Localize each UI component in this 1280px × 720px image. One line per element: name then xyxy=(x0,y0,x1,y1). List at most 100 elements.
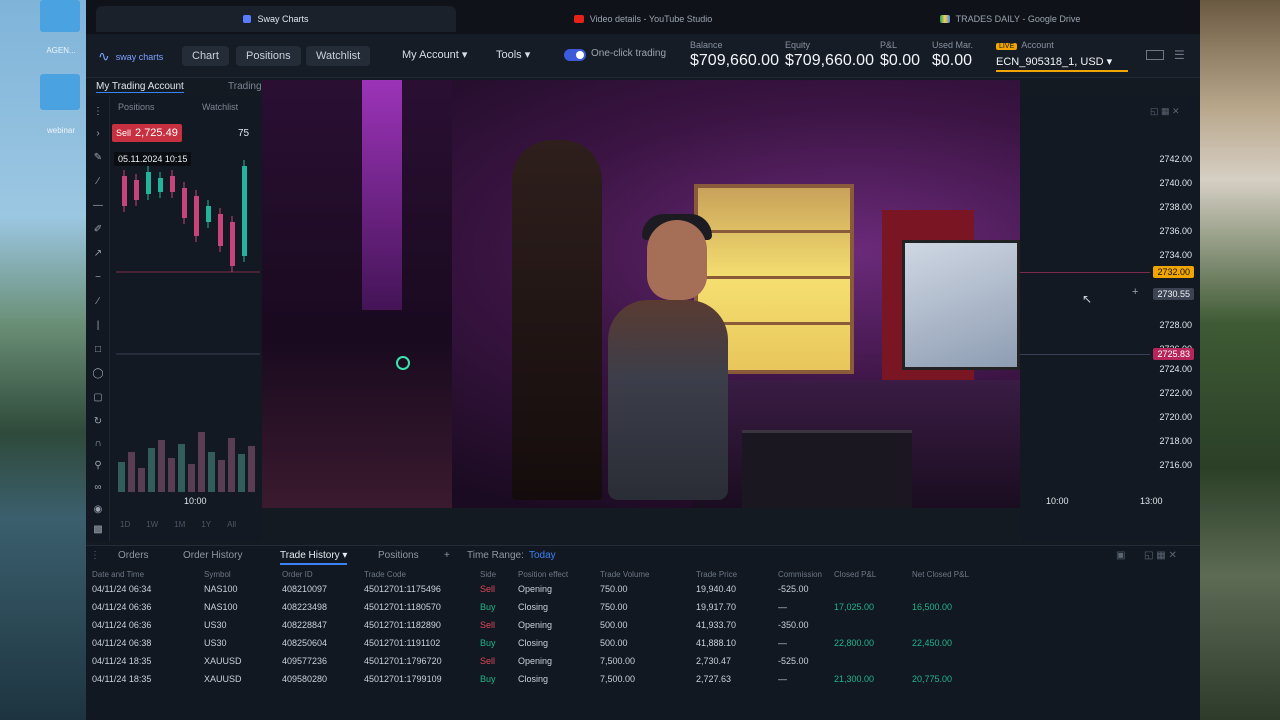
column-header[interactable]: Side xyxy=(480,570,496,579)
pen-icon[interactable]: ✐ xyxy=(92,224,104,236)
table-cell: 500.00 xyxy=(600,638,628,648)
table-row[interactable]: 04/11/24 06:36 US30 408228847 45012701:1182… xyxy=(92,620,1192,637)
table-cell: 409580280 xyxy=(282,674,328,684)
table-cell: — xyxy=(778,674,787,684)
buy-price-badge: 2725.83 xyxy=(1153,348,1194,360)
one-click-trading-toggle[interactable] xyxy=(564,49,586,61)
arrow-right-icon[interactable]: › xyxy=(92,128,104,140)
column-header[interactable]: Position effect xyxy=(518,570,568,579)
horizontal-line-icon[interactable]: — xyxy=(92,200,104,212)
hline-icon[interactable]: − xyxy=(92,272,104,284)
column-header[interactable]: Trade Code xyxy=(364,570,406,579)
rectangle-icon[interactable]: ▢ xyxy=(92,392,104,404)
polygon-icon[interactable]: □ xyxy=(92,344,104,356)
tab-my-trading-account[interactable]: My Trading Account xyxy=(96,81,184,93)
link-icon[interactable]: ∞ xyxy=(92,482,104,494)
video-throne-chair xyxy=(512,140,602,500)
table-row[interactable]: 04/11/24 06:34 NAS100 408210097 45012701:11… xyxy=(92,584,1192,601)
stat-label: Equity xyxy=(785,40,811,50)
table-cell: -525.00 xyxy=(778,656,809,666)
column-header[interactable]: Net Closed P&L xyxy=(912,570,969,579)
rotate-icon[interactable]: ↻ xyxy=(92,416,104,428)
table-cell: XAUUSD xyxy=(204,674,242,684)
tab-google-drive[interactable]: TRADES DAILY - Google Drive xyxy=(830,6,1190,32)
table-cell: 45012701:1175496 xyxy=(364,584,441,594)
eye-icon[interactable]: ◉ xyxy=(92,504,104,516)
app-logo[interactable]: ∿ sway charts xyxy=(98,48,163,65)
price-tick-label: 2722.00 xyxy=(1159,388,1192,398)
table-row[interactable]: 04/11/24 06:36 NAS100 408223498 45012701:11… xyxy=(92,602,1192,619)
column-header[interactable]: Date and Time xyxy=(92,570,144,579)
sell-price-button[interactable]: Sell 2,725.49 xyxy=(112,124,182,142)
sway-logo-icon xyxy=(243,15,252,23)
grip-icon[interactable]: ⋮ xyxy=(92,106,104,118)
magnet-icon[interactable]: ∩ xyxy=(92,438,104,450)
table-row[interactable]: 04/11/24 18:35 XAUUSD 409577236 45012701:17… xyxy=(92,656,1192,673)
folder-icon[interactable] xyxy=(40,74,80,110)
table-cell: 7,500.00 xyxy=(600,656,636,666)
my-account-menu[interactable]: My Account ▾ xyxy=(402,48,467,61)
folder-icon[interactable] xyxy=(40,0,80,32)
period-all[interactable]: All xyxy=(227,520,236,529)
period-1y[interactable]: 1Y xyxy=(201,520,211,529)
account-selector[interactable]: LIVE Account ECN_905318_1, USD ▾ xyxy=(996,40,1112,68)
period-1w[interactable]: 1W xyxy=(146,520,158,529)
column-header[interactable]: Trade Price xyxy=(696,570,737,579)
video-shelf xyxy=(698,230,850,233)
ray-icon[interactable]: ↗ xyxy=(92,248,104,260)
volume-bar xyxy=(118,462,125,492)
volume-bar xyxy=(238,454,245,492)
pencil-icon[interactable]: ✎ xyxy=(92,152,104,164)
watchlist-nav-button[interactable]: Watchlist xyxy=(306,46,371,66)
layout-icon[interactable] xyxy=(1146,50,1164,60)
period-1m[interactable]: 1M xyxy=(174,520,185,529)
time-range-label: Time Range: xyxy=(467,550,524,561)
time-range-value[interactable]: Today xyxy=(529,550,556,561)
price-tick-label: 2736.00 xyxy=(1159,226,1192,236)
sell-label: Sell xyxy=(116,128,132,138)
tab-trade-history[interactable]: Trade History ▾ xyxy=(280,550,348,565)
add-tab-icon[interactable]: + xyxy=(444,550,450,561)
table-row[interactable]: 04/11/24 18:35 XAUUSD 409580280 45012701:17… xyxy=(92,674,1192,691)
trend-line-icon[interactable]: ∕ xyxy=(92,176,104,188)
panel-window-controls-icon[interactable]: ◱ ▦ ✕ xyxy=(1144,550,1177,561)
tab-sway-charts[interactable]: Sway Charts xyxy=(96,6,456,32)
table-cell: 04/11/24 18:35 xyxy=(92,674,152,684)
zoom-icon[interactable]: ⚲ xyxy=(92,460,104,472)
sell-price: 2,725.49 xyxy=(135,127,178,139)
tab-trading[interactable]: Trading xyxy=(228,81,262,92)
tab-order-history[interactable]: Order History xyxy=(183,550,242,561)
tab-youtube-studio[interactable]: Video details - YouTube Studio xyxy=(458,6,828,32)
positions-nav-button[interactable]: Positions xyxy=(236,46,301,66)
pnl-stat: P&L $0.00 xyxy=(880,40,920,70)
column-header[interactable]: Closed P&L xyxy=(834,570,876,579)
tab-positions-bottom[interactable]: Positions xyxy=(378,550,419,561)
column-header[interactable]: Commission xyxy=(778,570,822,579)
tab-orders[interactable]: Orders xyxy=(118,550,149,561)
candle-body xyxy=(194,196,199,236)
brush-icon[interactable]: ∕ xyxy=(92,296,104,308)
vertical-line-icon[interactable]: | xyxy=(92,320,104,332)
column-header[interactable]: Order ID xyxy=(282,570,313,579)
column-header[interactable]: Symbol xyxy=(204,570,231,579)
ellipse-icon[interactable]: ◯ xyxy=(92,368,104,380)
period-1d[interactable]: 1D xyxy=(120,520,130,529)
table-cell: 408228847 xyxy=(282,620,328,630)
used-margin-stat: Used Mar. $0.00 xyxy=(932,40,973,70)
column-header[interactable]: Trade Volume xyxy=(600,570,650,579)
menu-icon[interactable]: ☰ xyxy=(1174,48,1185,62)
tools-menu[interactable]: Tools ▾ xyxy=(496,48,530,61)
table-cell: 19,917.70 xyxy=(696,602,737,612)
table-cell: 7,500.00 xyxy=(600,674,636,684)
trash-icon[interactable]: ▩ xyxy=(92,524,104,536)
price-tick-label: 2720.00 xyxy=(1159,412,1192,422)
table-row[interactable]: 04/11/24 06:38 US30 408250604 45012701:1191… xyxy=(92,638,1192,655)
video-purple-light xyxy=(362,80,402,310)
chart-nav-button[interactable]: Chart xyxy=(182,46,229,66)
time-label: 13:00 xyxy=(1140,496,1163,506)
grip-icon[interactable]: ⋮ xyxy=(90,550,100,561)
price-tick-label: 2718.00 xyxy=(1159,436,1192,446)
panel-settings-icon[interactable]: ▣ xyxy=(1116,550,1125,561)
quantity-field[interactable]: 75 xyxy=(238,128,249,139)
table-cell: Buy xyxy=(480,638,496,648)
